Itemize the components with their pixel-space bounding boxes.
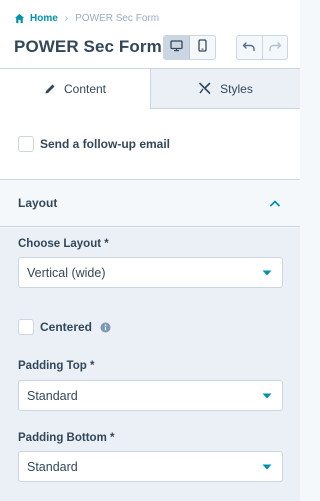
device-preview-toggle bbox=[163, 35, 216, 60]
caret-down-icon bbox=[262, 270, 272, 276]
layout-section-body: Choose Layout * Vertical (wide) Centered… bbox=[0, 228, 300, 501]
centered-checkbox[interactable] bbox=[18, 319, 34, 335]
choose-layout-value: Vertical (wide) bbox=[27, 265, 106, 280]
mobile-icon bbox=[198, 38, 207, 57]
undo-button[interactable] bbox=[237, 36, 262, 59]
followup-email-option: Send a follow-up email bbox=[18, 136, 170, 152]
chevron-up-icon[interactable] bbox=[270, 200, 280, 207]
tab-content[interactable]: Content bbox=[0, 69, 151, 109]
followup-section: Send a follow-up email bbox=[0, 109, 300, 180]
redo-icon bbox=[268, 39, 282, 57]
caret-down-icon bbox=[262, 393, 272, 399]
padding-bottom-select[interactable]: Standard bbox=[18, 451, 283, 482]
breadcrumb-home-link[interactable]: Home bbox=[30, 13, 58, 24]
editor-header: Home › POWER Sec Form POWER Sec Form bbox=[0, 0, 300, 69]
padding-top-select[interactable]: Standard bbox=[18, 380, 283, 411]
desktop-preview-button[interactable] bbox=[164, 36, 190, 59]
breadcrumb-separator: › bbox=[64, 12, 69, 24]
padding-top-value: Standard bbox=[27, 388, 78, 403]
mobile-preview-button[interactable] bbox=[190, 36, 215, 59]
page-title: POWER Sec Form bbox=[14, 37, 162, 56]
history-controls bbox=[236, 35, 288, 60]
redo-button[interactable] bbox=[261, 36, 288, 59]
sidebar-tabs: Content Styles bbox=[0, 69, 300, 109]
followup-email-checkbox[interactable] bbox=[18, 136, 34, 152]
breadcrumb: Home › POWER Sec Form bbox=[14, 11, 159, 25]
pencil-icon bbox=[44, 83, 56, 95]
choose-layout-label: Choose Layout * bbox=[18, 238, 109, 250]
tab-styles[interactable]: Styles bbox=[151, 69, 300, 109]
layout-section-title: Layout bbox=[18, 196, 58, 210]
caret-down-icon bbox=[262, 464, 272, 470]
undo-icon bbox=[242, 39, 256, 57]
tab-styles-label: Styles bbox=[220, 81, 253, 96]
centered-label[interactable]: Centered bbox=[40, 320, 92, 334]
padding-top-label: Padding Top * bbox=[18, 360, 95, 372]
choose-layout-select[interactable]: Vertical (wide) bbox=[18, 257, 283, 288]
layout-section-header[interactable]: Layout bbox=[0, 180, 300, 227]
brush-icon bbox=[198, 82, 212, 95]
padding-bottom-value: Standard bbox=[27, 459, 78, 474]
desktop-icon bbox=[170, 39, 183, 57]
info-icon[interactable] bbox=[100, 322, 111, 333]
padding-bottom-label: Padding Bottom * bbox=[18, 432, 115, 444]
breadcrumb-current: POWER Sec Form bbox=[75, 12, 160, 24]
home-icon[interactable] bbox=[14, 13, 25, 24]
tab-content-label: Content bbox=[63, 82, 107, 96]
followup-email-label[interactable]: Send a follow-up email bbox=[40, 137, 170, 151]
centered-option: Centered bbox=[18, 319, 111, 335]
